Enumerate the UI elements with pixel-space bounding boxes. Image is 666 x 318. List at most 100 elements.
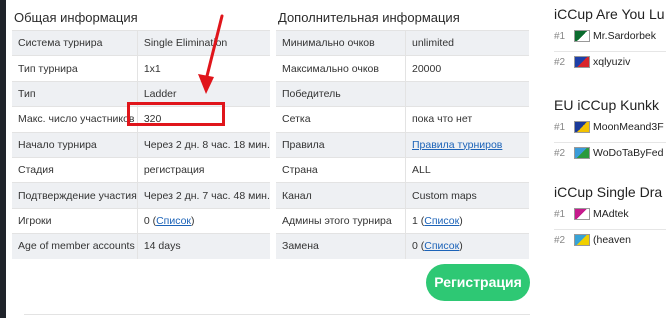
info-value-text: ALL bbox=[412, 164, 431, 177]
divider bbox=[554, 51, 666, 52]
info-value-text: Ladder bbox=[143, 87, 177, 100]
rank-label: #2 bbox=[554, 234, 566, 246]
rank-label: #1 bbox=[554, 30, 566, 42]
info-row: Страна ALL bbox=[276, 156, 529, 183]
info-label: Стадия bbox=[12, 156, 138, 183]
info-value-text: 0 bbox=[412, 240, 418, 253]
flag-icon bbox=[574, 30, 590, 43]
info-row: Тип турнира 1x1 bbox=[12, 55, 270, 82]
player-nick[interactable]: WoDoTaByFed bbox=[593, 147, 663, 159]
info-label: Тип bbox=[12, 80, 138, 107]
info-value-text: Custom maps bbox=[412, 189, 477, 202]
annotation-arrow-icon bbox=[198, 14, 224, 94]
tournament-title[interactable]: iCCup Single Dra bbox=[554, 184, 662, 200]
flag-icon bbox=[574, 56, 590, 69]
list-link[interactable]: Список bbox=[424, 240, 459, 252]
info-value: Через 2 дн. 8 час. 18 мин. bbox=[137, 131, 270, 158]
info-value-text: Через 2 дн. 7 час. 48 мин. bbox=[143, 189, 270, 202]
info-label: Тип турнира bbox=[12, 55, 138, 82]
info-label: Начало турнира bbox=[12, 131, 138, 158]
info-value-text: 14 days bbox=[143, 240, 181, 253]
extra-info-title: Дополнительная информация bbox=[278, 10, 460, 25]
info-value-text: 1x1 bbox=[143, 62, 161, 75]
info-label: Система турнира bbox=[12, 29, 138, 56]
info-row: Замена 0 (Список) bbox=[276, 233, 529, 259]
flag-icon bbox=[574, 121, 590, 134]
info-row: Система турнира Single Elimination bbox=[12, 29, 270, 56]
player-nick[interactable]: MAdtek bbox=[593, 208, 629, 220]
info-row: Игроки 0 (Список) bbox=[12, 207, 270, 234]
info-row: Админы этого турнира 1 (Список) bbox=[276, 207, 529, 234]
info-value bbox=[405, 80, 529, 107]
leaderboard-item[interactable]: #1 Mr.Sardorbek bbox=[554, 30, 656, 48]
info-row: Стадия регистрация bbox=[12, 156, 270, 183]
info-label: Age of member accounts bbox=[12, 233, 138, 259]
info-label: Сетка bbox=[276, 106, 406, 133]
info-row: Age of member accounts 14 days bbox=[12, 233, 270, 259]
info-label: Подтверждение участия bbox=[12, 182, 138, 209]
player-nick[interactable]: MoonMeand3F bbox=[593, 121, 664, 133]
player-nick[interactable]: xqlyuziv bbox=[593, 56, 630, 68]
list-link[interactable]: Правила турниров bbox=[412, 139, 502, 151]
info-value: 20000 bbox=[405, 55, 529, 82]
info-row: Начало турнира Через 2 дн. 8 час. 18 мин. bbox=[12, 131, 270, 158]
info-value: Custom maps bbox=[405, 182, 529, 209]
rank-label: #2 bbox=[554, 56, 566, 68]
divider bbox=[554, 229, 666, 230]
info-value-text: 1 bbox=[412, 214, 418, 227]
info-value: 14 days bbox=[137, 233, 270, 259]
leaderboard-item[interactable]: #2 (heaven bbox=[554, 234, 631, 252]
list-link[interactable]: Список bbox=[424, 215, 459, 227]
info-value-text: unlimited bbox=[412, 37, 455, 50]
rank-label: #1 bbox=[554, 208, 566, 220]
info-label: Игроки bbox=[12, 207, 138, 234]
info-value: Правила турниров bbox=[405, 131, 529, 158]
info-value: пока что нет bbox=[405, 106, 529, 133]
flag-icon bbox=[574, 208, 590, 221]
flag-icon bbox=[574, 147, 590, 160]
info-label: Правила bbox=[276, 131, 406, 158]
extra-info-table: Минимально очков unlimited Максимально очк… bbox=[276, 29, 529, 259]
leaderboard-item[interactable]: #1 MoonMeand3F bbox=[554, 121, 664, 139]
general-info-title: Общая информация bbox=[14, 10, 138, 25]
player-nick[interactable]: Mr.Sardorbek bbox=[593, 30, 656, 42]
leaderboard-item[interactable]: #2 WoDoTaByFed bbox=[554, 147, 663, 165]
info-row: Правила Правила турниров bbox=[276, 131, 529, 158]
register-button[interactable]: Регистрация bbox=[426, 264, 530, 301]
tournament-title[interactable]: iCCup Are You Lu bbox=[554, 6, 665, 22]
rank-label: #1 bbox=[554, 121, 566, 133]
general-info-table: Система турнира Single Elimination Тип тур… bbox=[12, 29, 270, 259]
info-value-text: регистрация bbox=[143, 164, 205, 177]
list-link[interactable]: Список bbox=[156, 215, 191, 227]
divider bbox=[554, 142, 666, 143]
info-value: unlimited bbox=[405, 29, 529, 56]
info-value: 1 (Список) bbox=[405, 207, 529, 234]
info-label: Страна bbox=[276, 156, 406, 183]
info-value: регистрация bbox=[137, 156, 270, 183]
info-label: Победитель bbox=[276, 80, 406, 107]
max-participants-highlight bbox=[127, 102, 225, 126]
info-row: Сетка пока что нет bbox=[276, 106, 529, 133]
info-value: ALL bbox=[405, 156, 529, 183]
info-row: Подтверждение участия Через 2 дн. 7 час. … bbox=[12, 182, 270, 209]
info-label: Замена bbox=[276, 233, 406, 259]
flag-icon bbox=[574, 234, 590, 247]
info-row: Победитель bbox=[276, 80, 529, 107]
leaderboard-item[interactable]: #2 xqlyuziv bbox=[554, 56, 630, 74]
info-value-text: Через 2 дн. 8 час. 18 мин. bbox=[143, 138, 270, 151]
leaderboard-item[interactable]: #1 MAdtek bbox=[554, 208, 629, 226]
info-row: Минимально очков unlimited bbox=[276, 29, 529, 56]
info-value-text: пока что нет bbox=[412, 113, 473, 126]
info-value-text: 20000 bbox=[412, 62, 442, 75]
player-nick[interactable]: (heaven bbox=[593, 234, 631, 246]
tournament-title[interactable]: EU iCCup Kunkk bbox=[554, 97, 659, 113]
sidebar: iCCup Are You Lu #1 Mr.Sardorbek #2 xqlyuziv… bbox=[546, 0, 666, 318]
info-value: Через 2 дн. 7 час. 48 мин. bbox=[137, 182, 270, 209]
info-row: Канал Custom maps bbox=[276, 182, 529, 209]
info-row: Максимально очков 20000 bbox=[276, 55, 529, 82]
info-value: 0 (Список) bbox=[405, 233, 529, 259]
info-value-text: 0 bbox=[143, 214, 150, 227]
info-label: Макс. число участников bbox=[12, 106, 138, 133]
info-label: Канал bbox=[276, 182, 406, 209]
info-label: Админы этого турнира bbox=[276, 207, 406, 234]
